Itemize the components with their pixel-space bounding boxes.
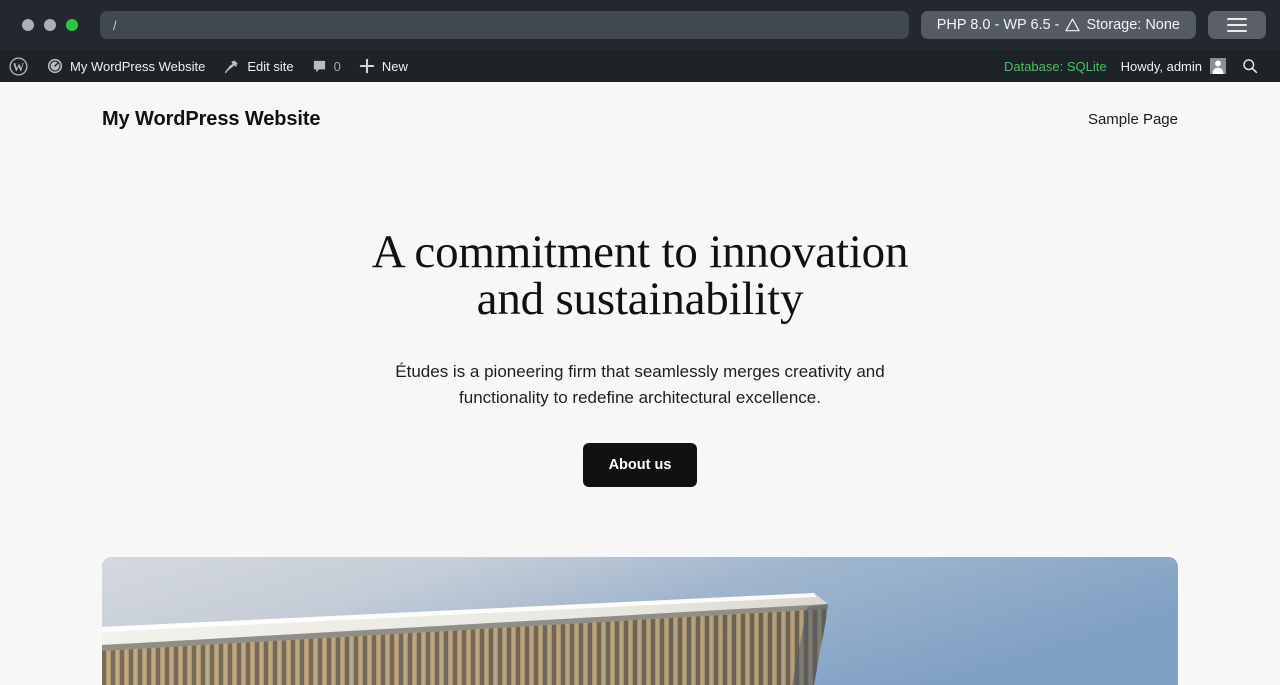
pin-icon	[223, 58, 240, 75]
admin-bar-edit-site-label: Edit site	[247, 58, 294, 74]
url-text: /	[113, 17, 117, 33]
minimize-window-dot[interactable]	[44, 19, 56, 31]
close-window-dot[interactable]	[22, 19, 34, 31]
maximize-window-dot[interactable]	[66, 19, 78, 31]
admin-bar-left-group: W My WordPress Website Edit site 0 New	[0, 50, 417, 82]
user-avatar-icon	[1210, 58, 1226, 74]
admin-bar-site-name[interactable]: My WordPress Website	[38, 50, 214, 82]
svg-text:W: W	[13, 61, 25, 73]
hero-heading-line-2: and sustainability	[476, 273, 804, 325]
wordpress-admin-bar: W My WordPress Website Edit site 0 New D…	[0, 50, 1280, 82]
warning-triangle-icon	[1065, 18, 1081, 32]
environment-status-pill[interactable]: PHP 8.0 - WP 6.5 - Storage: None	[920, 11, 1196, 39]
database-status-label: Database: SQLite	[1003, 58, 1107, 74]
about-us-button[interactable]: About us	[582, 442, 698, 487]
wordpress-logo-icon: W	[9, 56, 28, 76]
hero-section: A commitment to innovation and sustainab…	[0, 131, 1280, 487]
storage-status-label: Storage: None	[1086, 17, 1180, 33]
site-frontend: My WordPress Website Sample Page A commi…	[0, 82, 1280, 685]
site-header: My WordPress Website Sample Page	[0, 82, 1280, 131]
admin-bar-account-menu[interactable]: Howdy, admin	[1117, 58, 1232, 74]
hero-image-illustration	[102, 556, 1178, 685]
admin-bar-site-name-label: My WordPress Website	[70, 58, 206, 74]
site-navigation: Sample Page	[1088, 111, 1178, 128]
nav-link-sample-page[interactable]: Sample Page	[1088, 111, 1178, 128]
admin-bar-new-label: New	[381, 58, 408, 74]
browser-chrome: / PHP 8.0 - WP 6.5 - Storage: None	[0, 0, 1280, 50]
hero-image	[102, 556, 1178, 685]
hamburger-menu-icon[interactable]	[1208, 11, 1266, 39]
admin-bar-comments[interactable]: 0	[303, 50, 350, 82]
admin-bar-right-group: Database: SQLite Howdy, admin	[994, 50, 1272, 82]
dashboard-gauge-icon	[47, 58, 63, 74]
hero-subtitle: Études is a pioneering firm that seamles…	[395, 362, 885, 407]
php-wp-version-label: PHP 8.0 - WP 6.5 -	[936, 17, 1060, 33]
admin-bar-edit-site[interactable]: Edit site	[214, 50, 302, 82]
site-title[interactable]: My WordPress Website	[102, 108, 321, 131]
url-bar[interactable]: /	[100, 11, 909, 39]
comment-bubble-icon	[312, 59, 327, 74]
plus-icon	[359, 58, 375, 74]
hero-heading-line-1: A commitment to innovation	[371, 226, 909, 278]
window-traffic-lights	[14, 19, 100, 31]
admin-bar-new-content[interactable]: New	[350, 50, 417, 82]
hero-heading: A commitment to innovation and sustainab…	[0, 229, 1280, 323]
search-icon[interactable]	[1232, 58, 1272, 74]
howdy-label: Howdy, admin	[1120, 58, 1202, 74]
admin-bar-comment-count: 0	[333, 58, 341, 74]
admin-bar-wordpress-logo[interactable]: W	[0, 50, 38, 82]
